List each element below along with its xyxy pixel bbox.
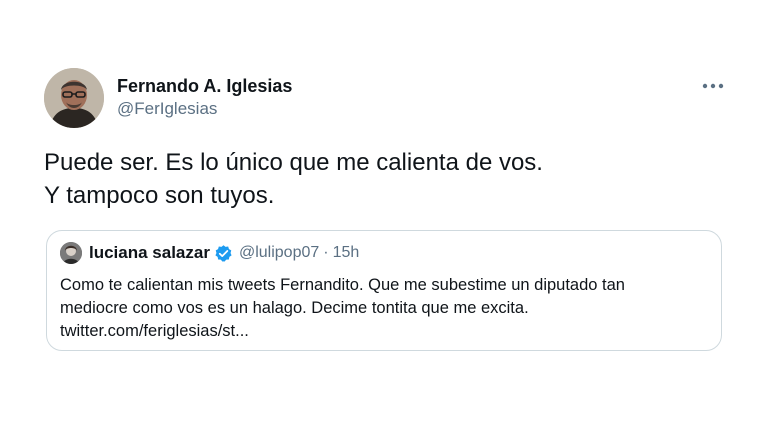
- quoted-tweet-time[interactable]: 15h: [333, 244, 360, 262]
- author-name[interactable]: Fernando A. Iglesias: [117, 75, 292, 97]
- separator-dot: ·: [323, 244, 329, 261]
- quoted-tweet-header: luciana salazar @lulipop07 · 15h: [60, 241, 359, 265]
- profile-photo-icon: [44, 68, 104, 128]
- quoted-text-line: Como te calientan mis tweets Fernandito.…: [60, 276, 625, 294]
- tweet-text: Puede ser. Es lo único que me calienta d…: [44, 146, 724, 212]
- tweet-text-line: Y tampoco son tuyos.: [44, 182, 275, 209]
- quoted-tweet-text: Como te calientan mis tweets Fernandito.…: [60, 274, 710, 343]
- quoted-tweet[interactable]: luciana salazar @lulipop07 · 15h Como te…: [46, 230, 722, 351]
- author-avatar[interactable]: [44, 68, 104, 128]
- quoted-author-handle: @lulipop07: [238, 244, 320, 261]
- profile-photo-icon: [60, 242, 82, 264]
- quoted-author-name: luciana salazar: [89, 243, 210, 262]
- quoted-author-avatar[interactable]: [60, 242, 82, 264]
- quoted-link[interactable]: twitter.com/feriglesias/st...: [60, 320, 710, 343]
- tweet-text-line: Puede ser. Es lo único que me calienta d…: [44, 149, 543, 176]
- quoted-text-line: mediocre como vos es un halago. Decime t…: [60, 299, 529, 317]
- tweet: Fernando A. Iglesias @FerIglesias Puede …: [0, 0, 768, 432]
- more-options-button[interactable]: [700, 76, 726, 96]
- verified-badge-icon: [214, 244, 233, 263]
- author-handle[interactable]: @FerIglesias: [117, 98, 217, 120]
- more-horizontal-icon: [702, 83, 724, 89]
